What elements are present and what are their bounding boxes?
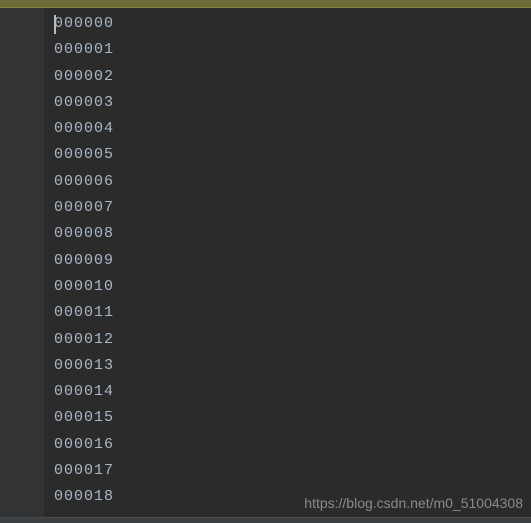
- code-line[interactable]: 000014: [54, 379, 531, 405]
- code-line[interactable]: 000012: [54, 327, 531, 353]
- code-line[interactable]: 000006: [54, 169, 531, 195]
- code-line[interactable]: 000005: [54, 142, 531, 168]
- code-line[interactable]: 000016: [54, 432, 531, 458]
- watermark: https://blog.csdn.net/m0_51004308: [304, 495, 523, 511]
- code-line[interactable]: 000009: [54, 248, 531, 274]
- editor-area: 000000 000001 000002 000003 000004 00000…: [0, 8, 531, 523]
- code-line[interactable]: 000010: [54, 274, 531, 300]
- gutter: [0, 8, 44, 523]
- code-line[interactable]: 000001: [54, 37, 531, 63]
- code-line[interactable]: 000008: [54, 221, 531, 247]
- editor-content[interactable]: 000000 000001 000002 000003 000004 00000…: [44, 8, 531, 523]
- code-line[interactable]: 000002: [54, 64, 531, 90]
- code-line[interactable]: 000013: [54, 353, 531, 379]
- text-cursor: [54, 15, 56, 34]
- code-line[interactable]: 000015: [54, 405, 531, 431]
- code-line[interactable]: 000004: [54, 116, 531, 142]
- code-line[interactable]: 000017: [54, 458, 531, 484]
- code-line[interactable]: 000007: [54, 195, 531, 221]
- bottom-border: [0, 517, 531, 523]
- top-bar: [0, 0, 531, 8]
- code-line[interactable]: 000011: [54, 300, 531, 326]
- code-line[interactable]: 000000: [54, 11, 531, 37]
- code-line[interactable]: 000003: [54, 90, 531, 116]
